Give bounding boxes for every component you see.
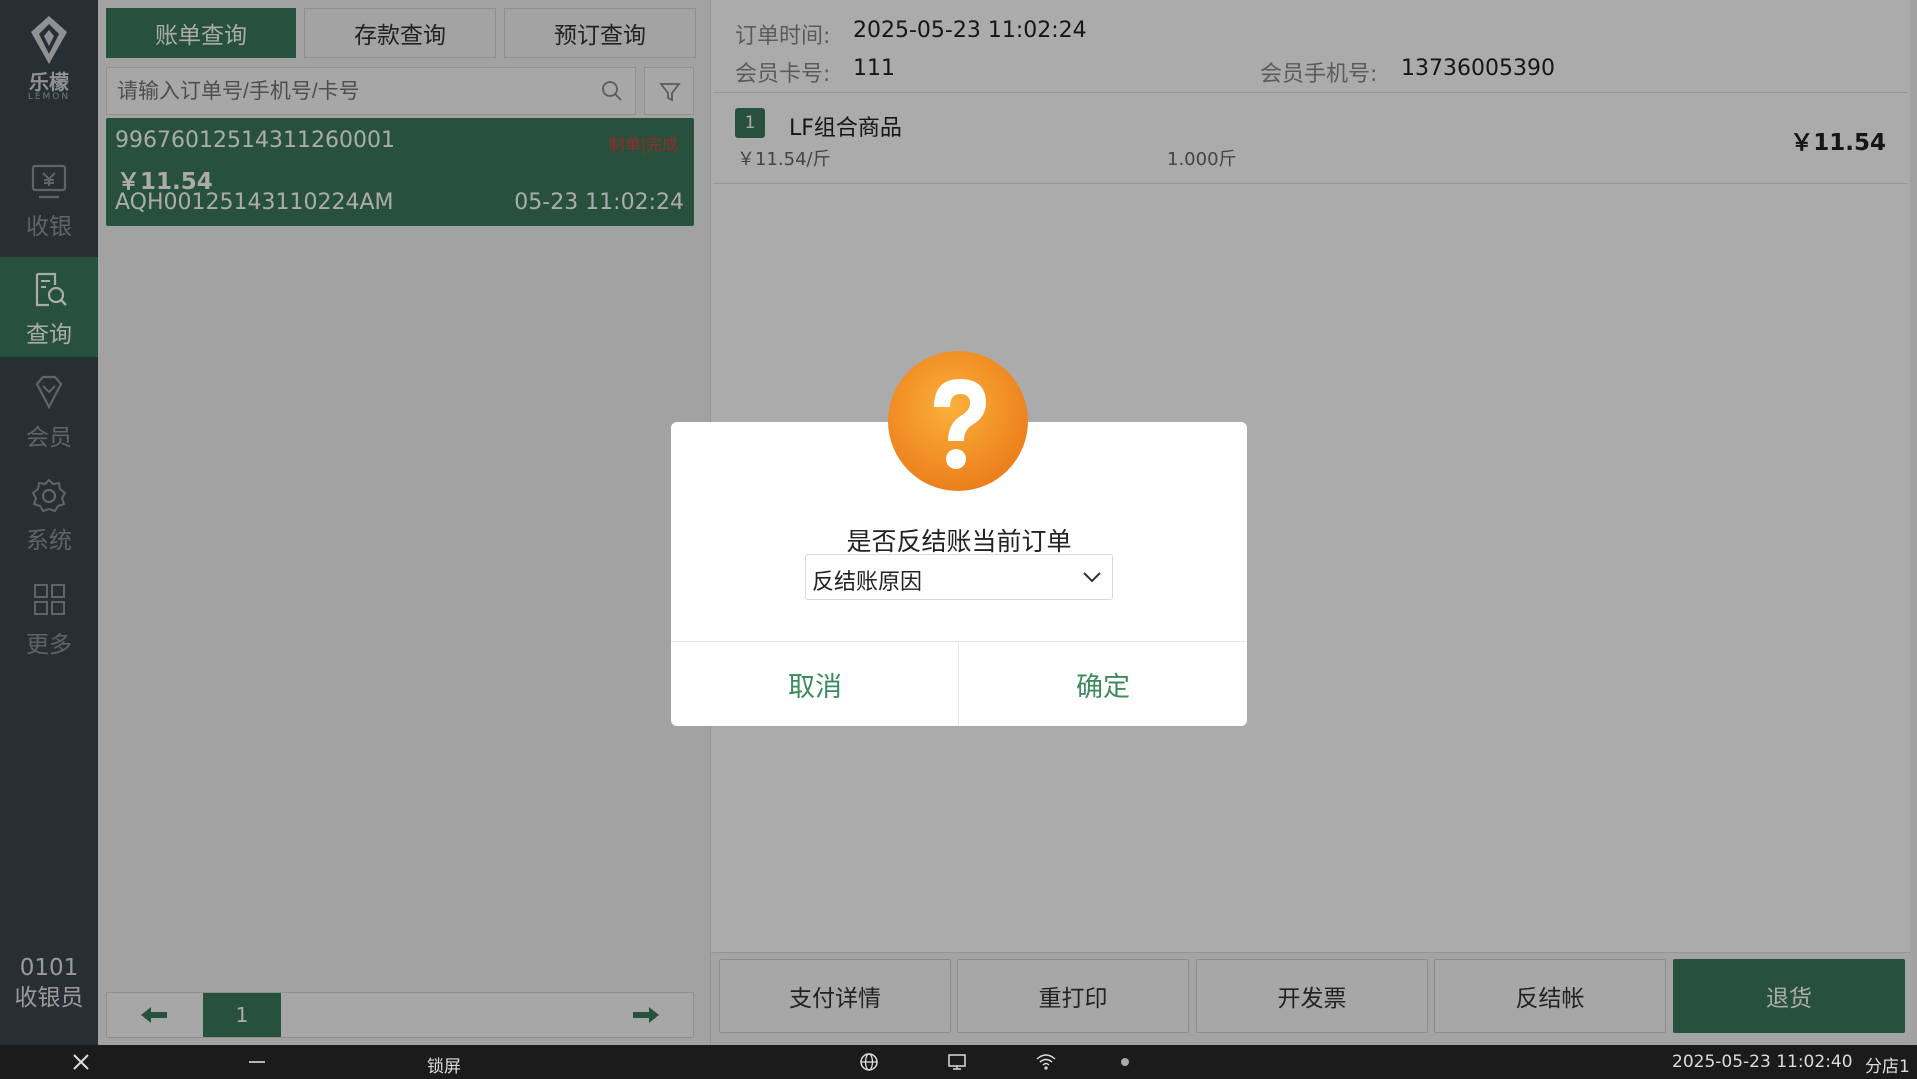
dialog-question: 是否反结账当前订单: [846, 527, 1072, 556]
store-name: 分店1: [1865, 1057, 1910, 1077]
chevron-down-icon: [1083, 572, 1101, 583]
question-mark-icon: [888, 351, 1028, 491]
lock-screen-button[interactable]: 锁屏: [427, 1052, 461, 1077]
cancel-button[interactable]: 取消: [671, 642, 959, 726]
taskbar: 锁屏 2025-05-23 11:02:40 分店1: [0, 1045, 1917, 1079]
confirm-button[interactable]: 确定: [959, 642, 1247, 726]
minimize-icon[interactable]: [248, 1053, 266, 1071]
status-dot-icon: [1121, 1058, 1129, 1066]
globe-icon[interactable]: [859, 1052, 879, 1072]
reason-select[interactable]: 反结账原因: [805, 554, 1113, 600]
wifi-icon[interactable]: [1035, 1052, 1057, 1072]
close-icon[interactable]: [72, 1053, 90, 1071]
reason-select-value: 反结账原因: [812, 570, 923, 595]
monitor-icon[interactable]: [947, 1052, 967, 1072]
clock: 2025-05-23 11:02:40: [1672, 1052, 1853, 1072]
